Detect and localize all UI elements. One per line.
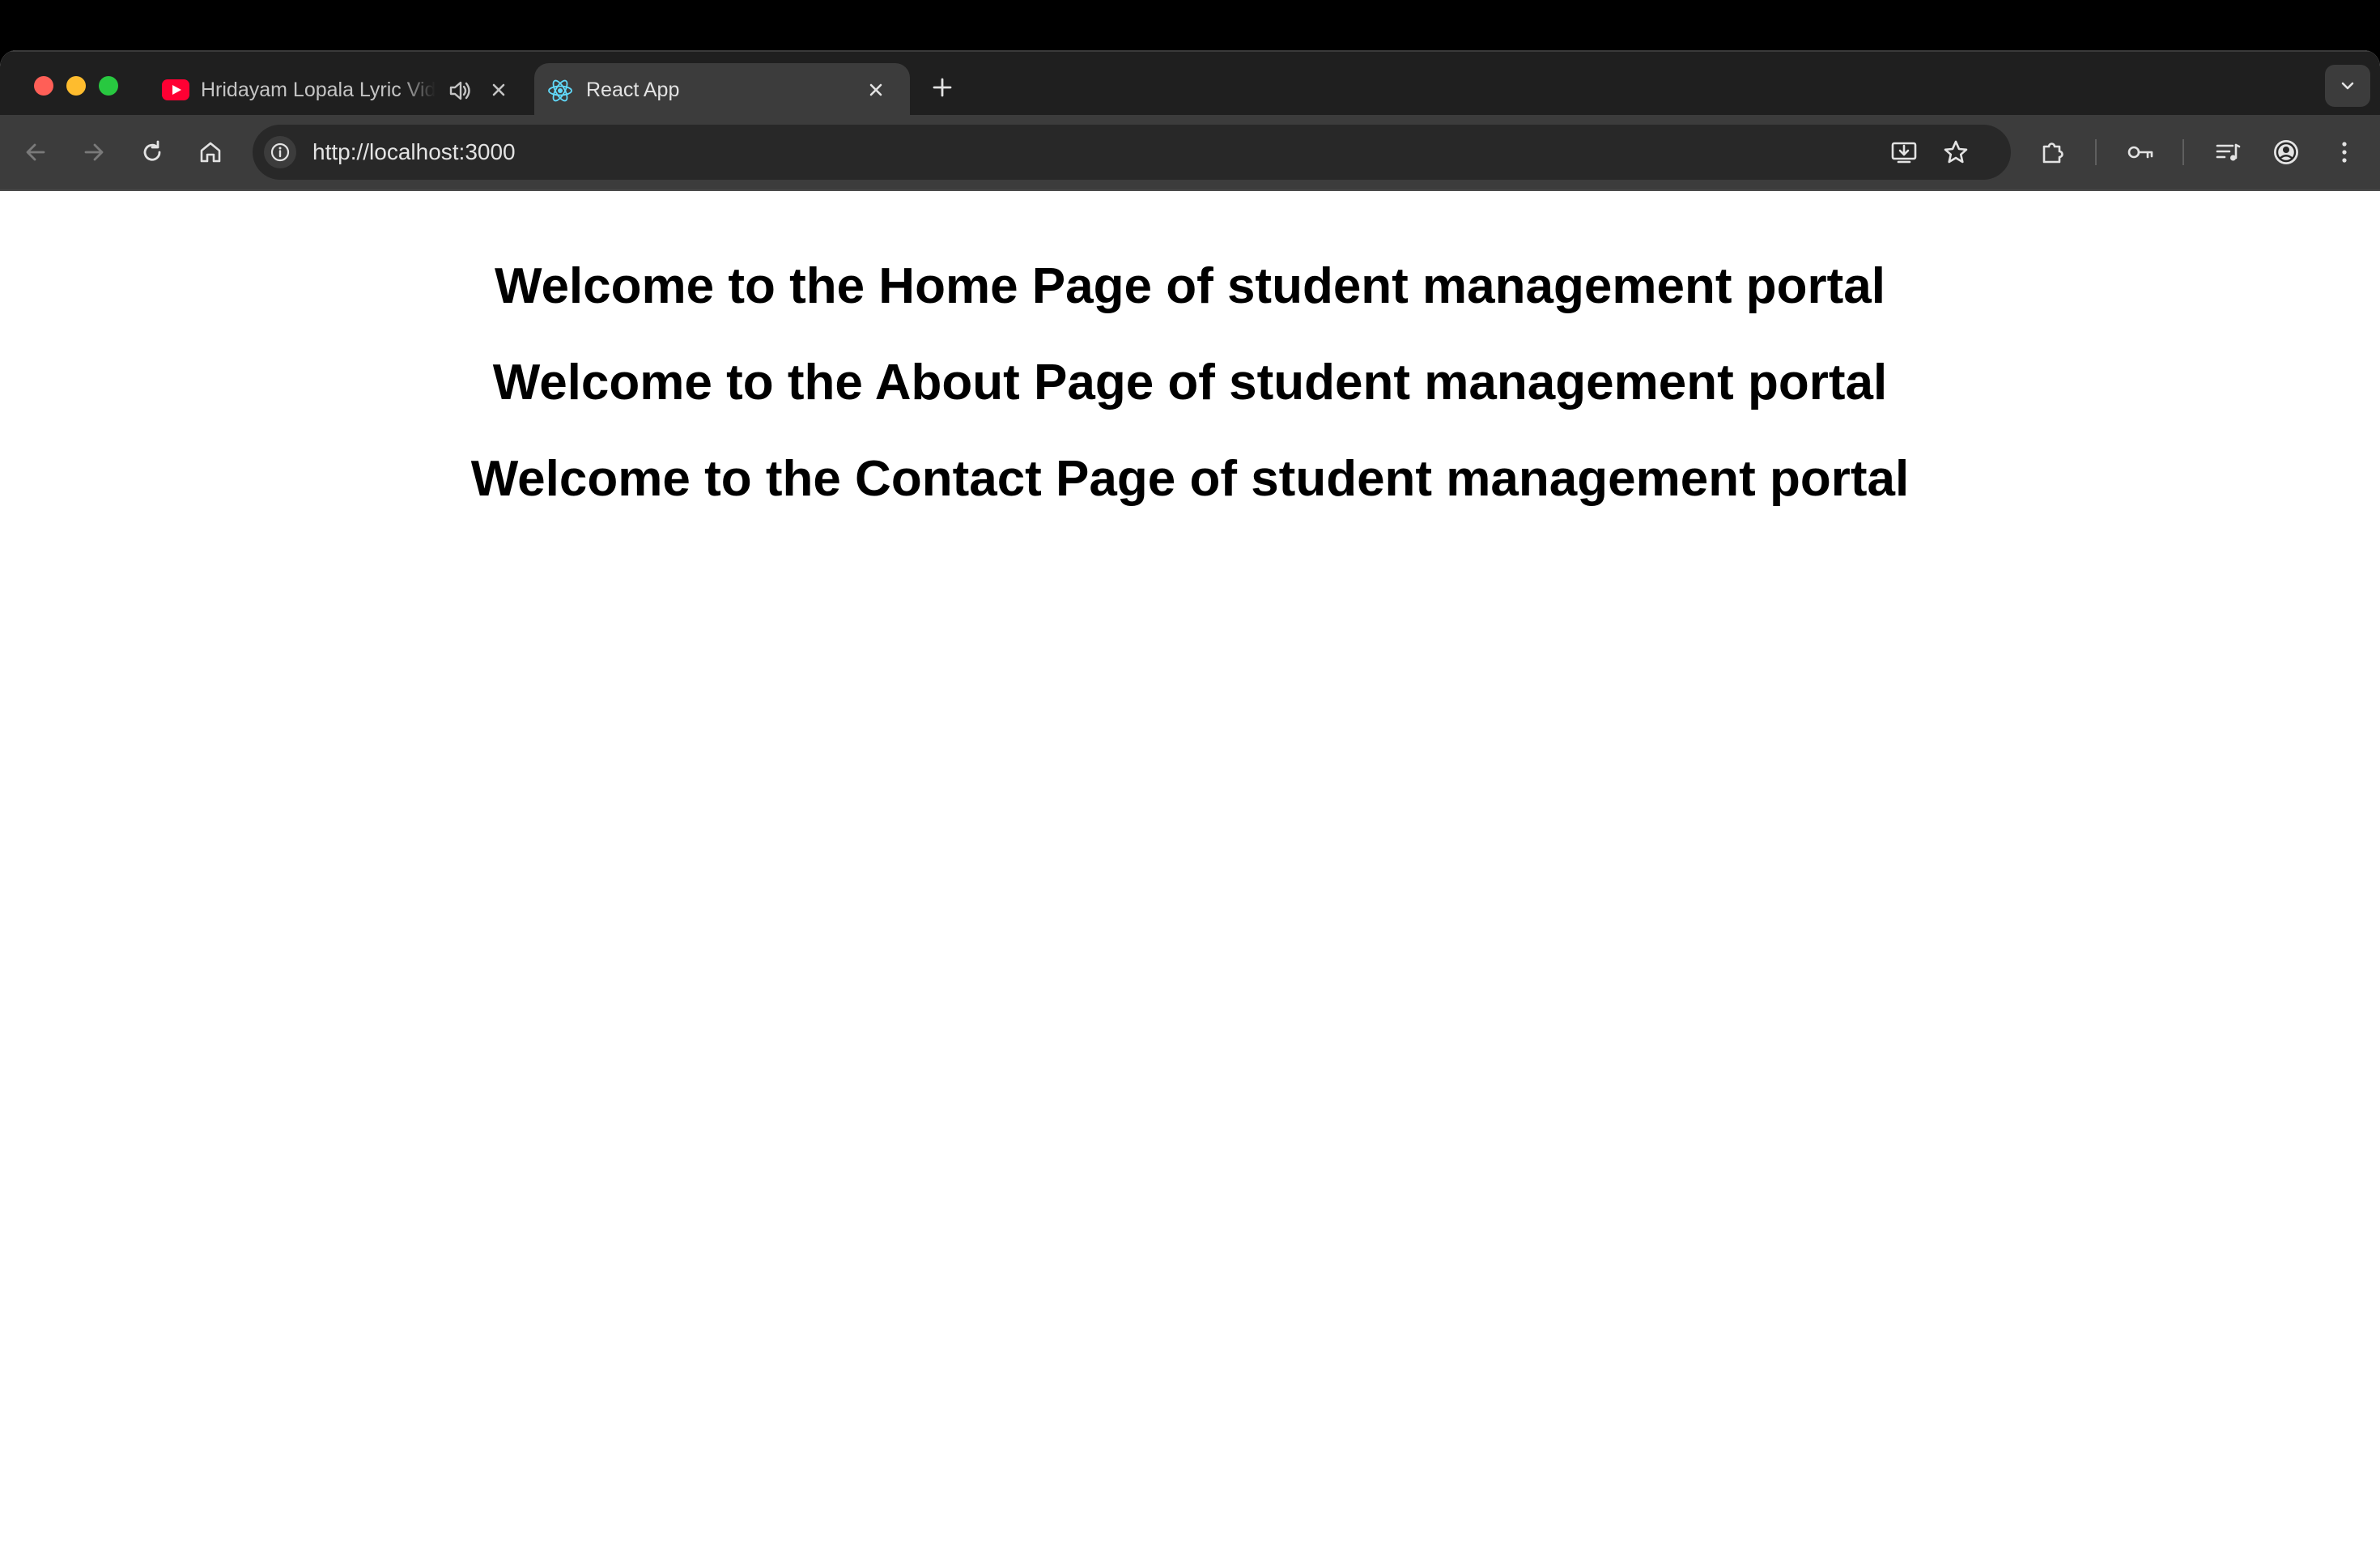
contact-page-heading: Welcome to the Contact Page of student m… [470,451,1910,507]
tab-search-button[interactable] [2325,65,2370,107]
info-icon [270,142,290,162]
screen: Hridayam Lopala Lyric Video React App ht… [0,0,2380,1548]
password-key-icon[interactable] [2124,136,2157,168]
tab-react-app[interactable]: React App [534,63,910,117]
reload-icon[interactable] [136,136,168,168]
tab-strip: Hridayam Lopala Lyric Video React App [0,50,2380,117]
react-icon [548,79,572,102]
close-window-button[interactable] [34,76,53,96]
new-tab-plus-icon[interactable] [928,73,957,102]
close-tab-icon[interactable] [486,77,512,103]
tab-title: React App [586,78,680,101]
about-page-heading: Welcome to the About Page of student man… [492,355,1888,410]
page-content: Welcome to the Home Page of student mana… [0,191,2380,1548]
toolbar: http://localhost:3000 [0,115,2380,191]
back-arrow-icon[interactable] [19,136,52,168]
address-bar[interactable]: http://localhost:3000 [253,125,2011,180]
chevron-down-icon [2341,82,2354,90]
tab-youtube[interactable]: Hridayam Lopala Lyric Video [151,63,528,117]
youtube-icon [162,79,189,100]
browser-window: Hridayam Lopala Lyric Video React App ht… [0,50,2380,1548]
install-app-icon[interactable] [1888,136,1920,168]
toolbar-separator [2095,139,2097,165]
maximize-window-button[interactable] [99,76,118,96]
bookmark-star-icon[interactable] [1940,136,1972,168]
forward-arrow-icon[interactable] [78,136,110,168]
home-page-heading: Welcome to the Home Page of student mana… [495,258,1885,314]
media-controls-icon[interactable] [2212,136,2244,168]
url-text[interactable]: http://localhost:3000 [312,138,516,166]
more-menu-icon[interactable] [2328,136,2361,168]
toolbar-separator [2182,139,2184,165]
tab-title: Hridayam Lopala Lyric Video [201,78,436,101]
profile-avatar-icon[interactable] [2270,136,2302,168]
extensions-puzzle-icon[interactable] [2037,136,2069,168]
site-info-button[interactable] [264,136,296,168]
close-tab-icon[interactable] [863,77,889,103]
minimize-window-button[interactable] [66,76,86,96]
home-icon[interactable] [194,136,227,168]
speaker-icon[interactable] [447,78,473,104]
